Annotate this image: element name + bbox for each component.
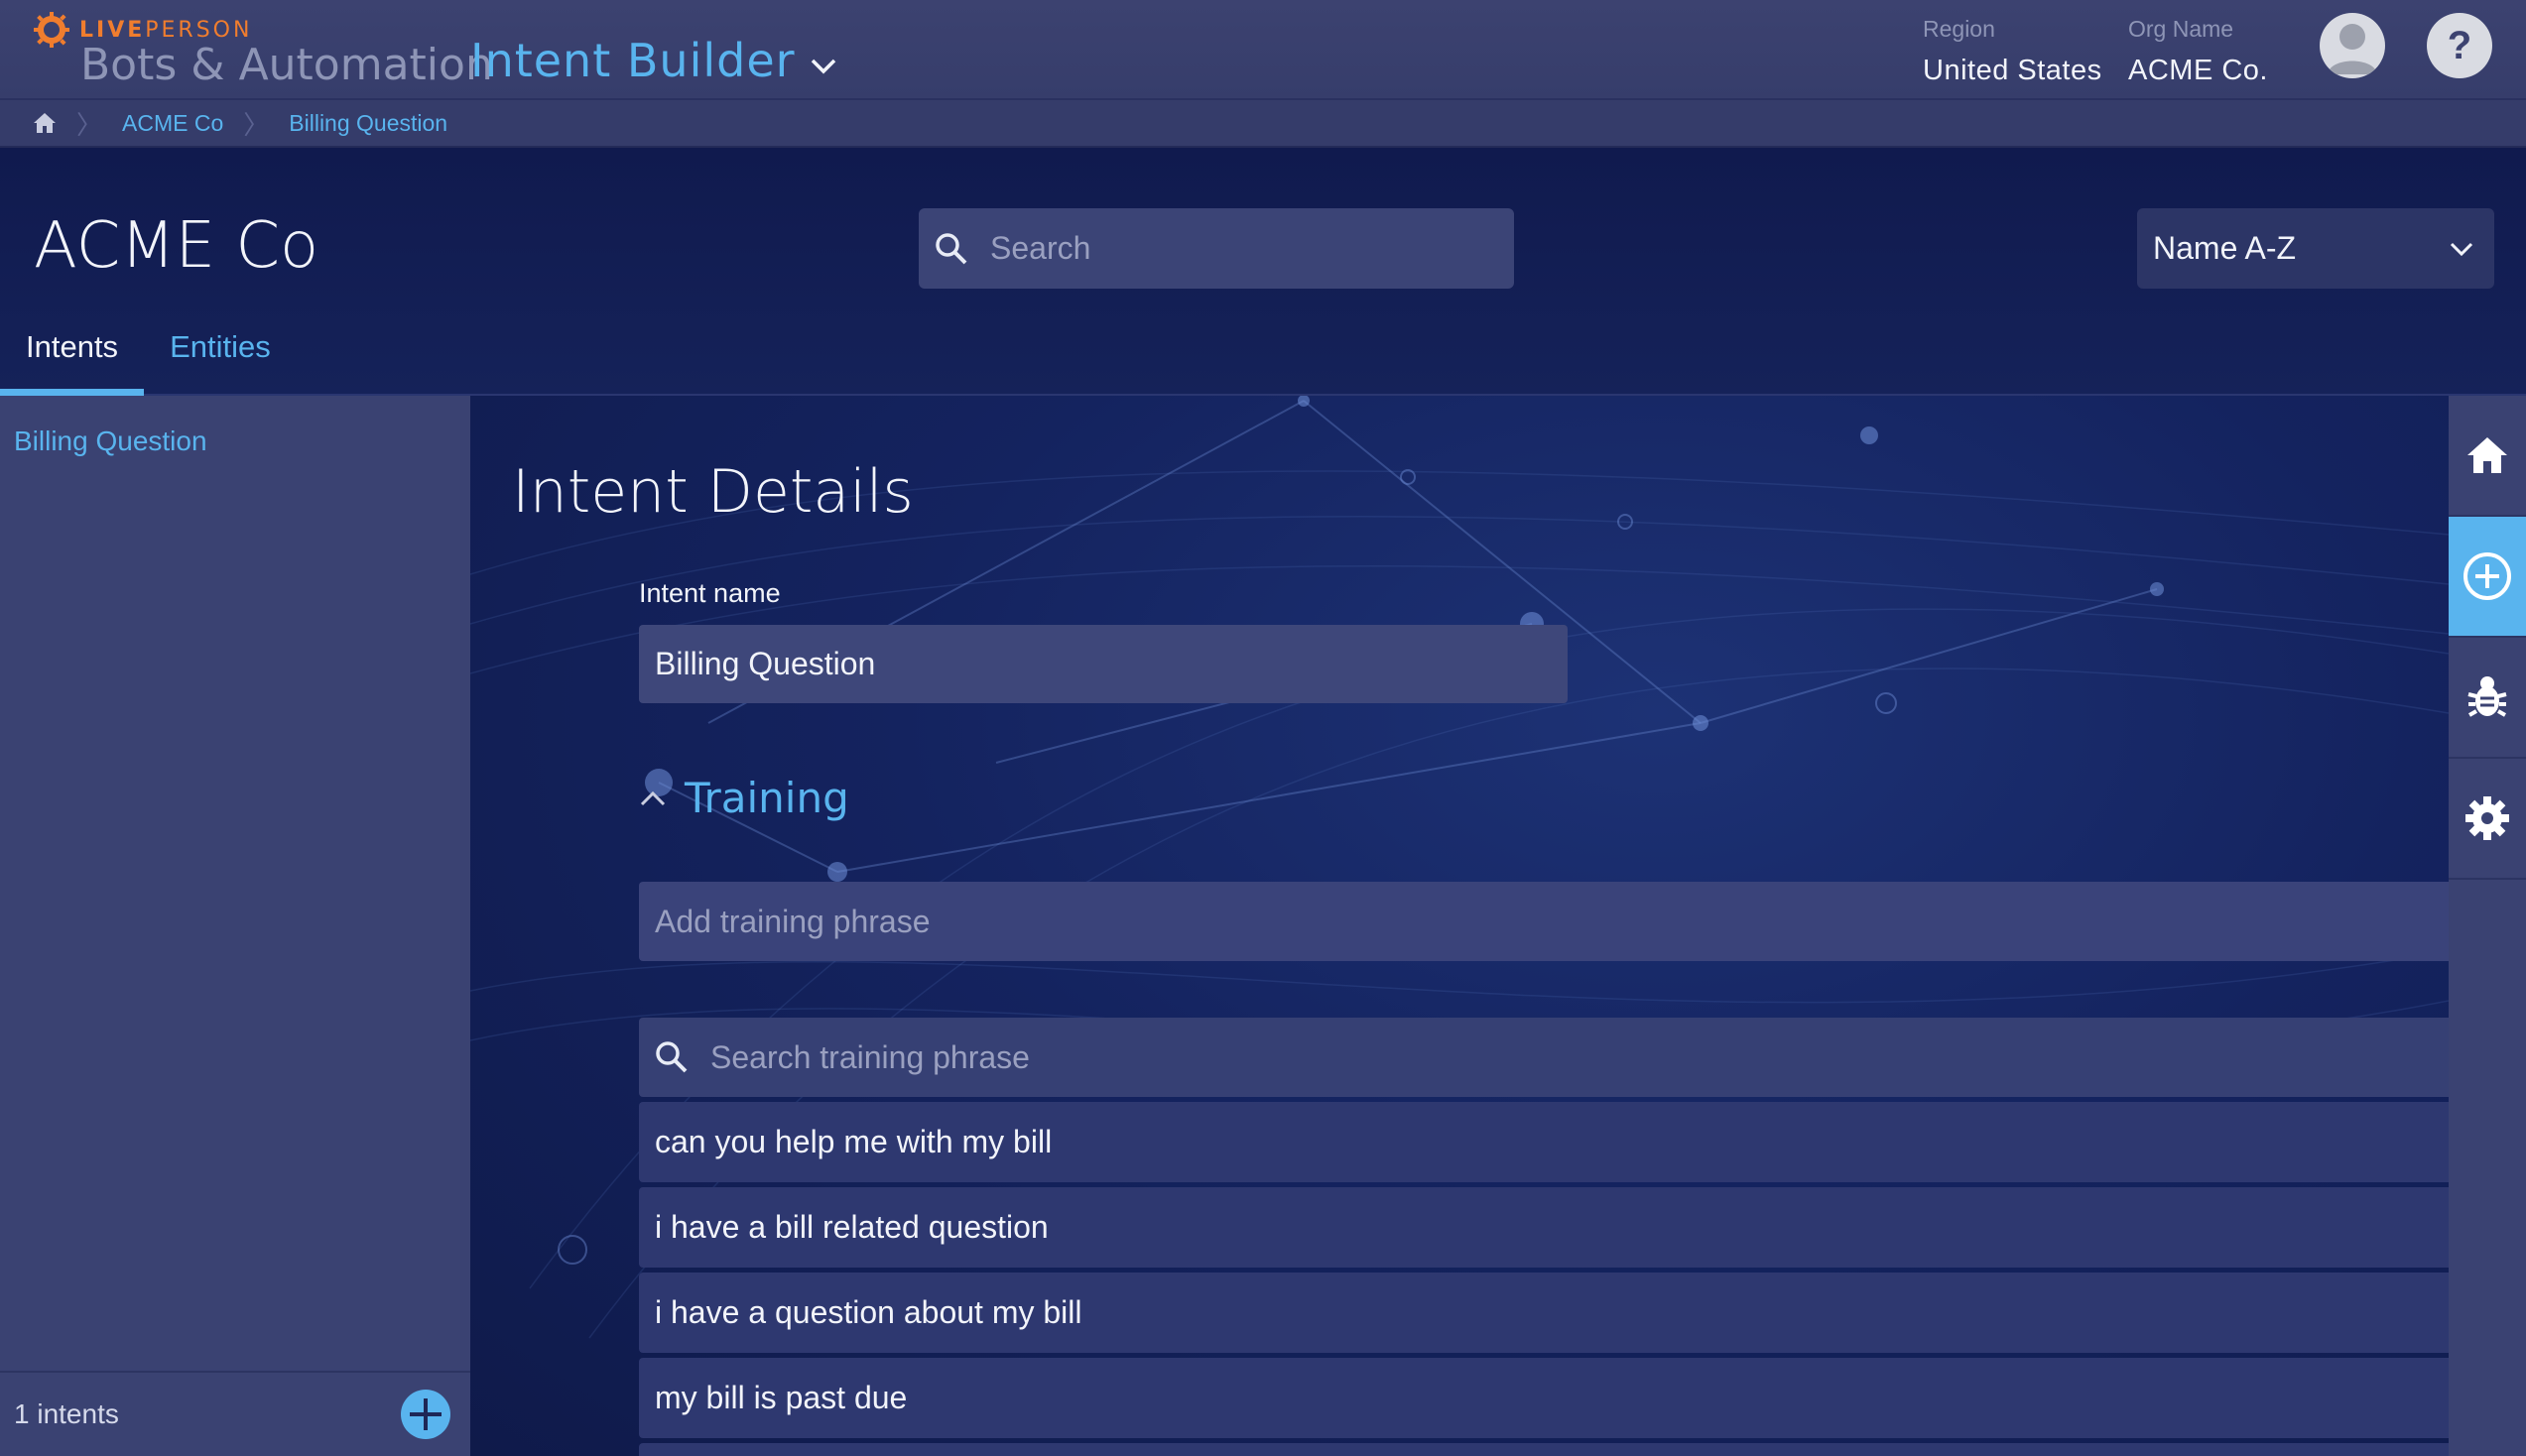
gear-icon <box>2465 796 2509 840</box>
breadcrumb-org-link[interactable]: ACME Co <box>122 110 223 137</box>
debug-button[interactable] <box>2449 638 2526 759</box>
list-item[interactable]: my bill is past due <box>639 1358 2449 1438</box>
tab-bar: Intents Entities <box>0 321 297 396</box>
intent-list-panel: Billing Question 1 intents <box>0 396 470 1456</box>
list-item[interactable]: Billing Question <box>14 425 207 457</box>
page-header: ACME Co Name A-Z Intents Entities <box>0 148 2526 396</box>
search-input[interactable] <box>990 230 1486 267</box>
help-button[interactable]: ? <box>2427 13 2492 78</box>
org-block: Org Name ACME Co. <box>2128 16 2268 87</box>
training-phrase-search[interactable] <box>639 1018 2449 1097</box>
logo-wordmark-bold: LIVE <box>79 17 146 43</box>
top-bar: LIVEPERSON Bots & Automation Intent Buil… <box>0 0 2526 100</box>
bug-icon <box>2467 676 2507 717</box>
liveperson-logo-icon <box>34 12 69 48</box>
intent-details-panel: Intent Details Intent name Billing Quest… <box>470 396 2449 1456</box>
intent-name-label: Intent name <box>639 578 781 608</box>
region-value: United States <box>1923 55 2102 86</box>
app-name: Intent Builder <box>470 34 796 87</box>
org-value: ACME Co. <box>2128 55 2268 86</box>
home-button[interactable] <box>2449 396 2526 517</box>
list-item[interactable]: i have a bill related question <box>639 1187 2449 1268</box>
home-icon[interactable] <box>33 112 57 134</box>
add-intent-button[interactable] <box>401 1390 450 1439</box>
add-button[interactable] <box>2449 517 2526 638</box>
breadcrumb-intent-link[interactable]: Billing Question <box>289 110 447 137</box>
right-toolbar <box>2449 396 2526 1456</box>
list-item[interactable]: i have a question about my bill <box>639 1273 2449 1353</box>
home-icon <box>2467 437 2507 473</box>
search-icon <box>936 232 967 264</box>
product-name: Bots & Automation <box>80 40 493 90</box>
logo-wordmark: LIVEPERSON <box>79 18 252 43</box>
app-switcher-button[interactable]: Intent Builder <box>470 34 837 87</box>
list-item[interactable]: can you help me with my bill <box>639 1102 2449 1182</box>
tab-intents[interactable]: Intents <box>0 321 145 396</box>
page-title: ACME Co <box>34 209 319 283</box>
region-block: Region United States <box>1923 16 2102 87</box>
user-icon <box>2328 24 2377 74</box>
breadcrumb-separator: 〉 <box>76 109 103 140</box>
training-phrase-list: can you help me with my bill i have a bi… <box>639 1102 2449 1456</box>
intent-name-field[interactable]: Billing Question <box>639 625 1568 703</box>
sort-dropdown[interactable]: Name A-Z <box>2137 208 2494 289</box>
logo-wordmark-thin: PERSON <box>145 17 253 43</box>
intent-search[interactable] <box>919 208 1514 289</box>
list-item[interactable] <box>639 1443 2449 1456</box>
add-training-phrase-input[interactable]: Add training phrase <box>639 882 2449 961</box>
intent-list-footer: 1 intents <box>0 1371 470 1456</box>
region-label: Region <box>1923 16 1995 42</box>
training-label: Training <box>685 774 849 822</box>
training-section-toggle[interactable]: Training <box>639 774 849 822</box>
user-avatar[interactable] <box>2320 13 2385 78</box>
chevron-up-icon <box>640 790 666 805</box>
chevron-down-icon <box>811 59 835 74</box>
breadcrumb: 〉 ACME Co 〉 Billing Question <box>0 100 2526 148</box>
chevron-down-icon <box>2450 242 2473 256</box>
settings-button[interactable] <box>2449 759 2526 880</box>
org-label: Org Name <box>2128 16 2234 42</box>
search-training-phrase-input[interactable] <box>710 1038 1206 1076</box>
breadcrumb-separator: 〉 <box>243 109 270 140</box>
tab-entities[interactable]: Entities <box>144 321 297 396</box>
add-icon <box>2463 552 2511 600</box>
intent-count: 1 intents <box>14 1398 119 1429</box>
section-title: Intent Details <box>512 457 914 527</box>
sort-value: Name A-Z <box>2153 230 2297 266</box>
search-icon <box>656 1041 688 1073</box>
